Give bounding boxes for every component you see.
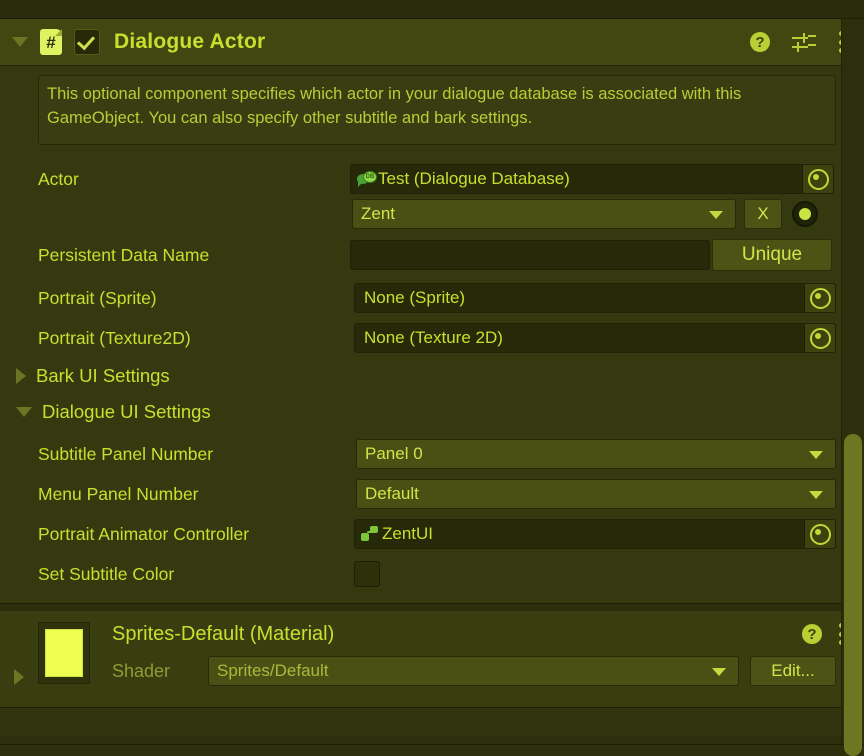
actor-row: Actor DB Test (Dialogue Database) (0, 164, 864, 194)
chevron-right-icon (14, 669, 24, 685)
chevron-down-icon (809, 451, 823, 459)
bottom-divider (0, 736, 864, 744)
left-gutter (0, 66, 16, 603)
dialogue-ui-settings-foldout[interactable]: Dialogue UI Settings (0, 401, 211, 423)
chevron-down-icon (16, 407, 32, 417)
portrait-sprite-label: Portrait (Sprite) (38, 287, 157, 308)
dialogue-actor-component-header[interactable]: # Dialogue Actor ? (0, 19, 864, 66)
menu-panel-number-label: Menu Panel Number (38, 483, 199, 504)
actor-object-picker-button[interactable] (802, 165, 833, 193)
material-panel: Sprites-Default (Material) ? Shader Spri… (0, 611, 864, 708)
actor-clear-button[interactable]: X (744, 199, 782, 229)
portrait-sprite-object-field[interactable]: None (Sprite) (354, 283, 836, 313)
vertical-scrollbar-track[interactable] (841, 19, 864, 756)
component-enabled-checkbox[interactable] (74, 29, 100, 55)
subtitle-panel-number-dropdown[interactable]: Panel 0 (356, 439, 836, 469)
shader-label: Shader (112, 661, 171, 681)
dialogue-database-icon: DB (357, 170, 377, 188)
actor-object-value: Test (Dialogue Database) (378, 169, 570, 188)
actor-label: Actor (38, 168, 79, 189)
actor-dropdown-value: Zent (361, 204, 396, 223)
preset-icon[interactable] (792, 32, 816, 52)
portrait-texture2d-label: Portrait (Texture2D) (38, 327, 191, 348)
actor-name-dropdown[interactable]: Zent (352, 199, 736, 229)
menu-panel-number-value: Default (365, 484, 419, 503)
component-title: Dialogue Actor (114, 30, 266, 53)
bark-ui-settings-label: Bark UI Settings (36, 365, 170, 386)
set-subtitle-color-label: Set Subtitle Color (38, 563, 175, 584)
chevron-right-icon (16, 368, 26, 384)
script-icon: # (40, 29, 62, 55)
component-foldout-arrow-icon[interactable] (12, 37, 28, 47)
persistent-data-name-unique-button[interactable]: Unique (712, 239, 832, 271)
actor-object-field[interactable]: DB Test (Dialogue Database) (350, 164, 834, 194)
subtitle-panel-number-value: Panel 0 (365, 444, 423, 463)
target-icon (807, 168, 829, 190)
shader-value: Sprites/Default (217, 661, 329, 680)
dialogue-actor-body: This optional component specifies which … (0, 66, 864, 603)
portrait-texture2d-object-field[interactable]: None (Texture 2D) (354, 323, 836, 353)
actor-dropdown-row: Zent X (0, 199, 864, 229)
unity-inspector-panel: # Dialogue Actor ? This optional compone… (0, 0, 864, 756)
portrait-sprite-value: None (Sprite) (364, 288, 466, 307)
material-foldout-arrow[interactable] (14, 669, 24, 685)
portrait-texture2d-row: Portrait (Texture2D) None (Texture 2D) (0, 323, 864, 353)
subtitle-panel-number-row: Subtitle Panel Number Panel 0 (0, 439, 864, 469)
material-header-icons: ? (802, 623, 844, 645)
help-box: This optional component specifies which … (38, 75, 836, 145)
persistent-data-name-label: Persistent Data Name (38, 244, 210, 265)
portrait-texture2d-value: None (Texture 2D) (364, 328, 503, 347)
portrait-animator-controller-value: ZentUI (382, 524, 434, 543)
menu-panel-number-row: Menu Panel Number Default (0, 479, 864, 509)
portrait-texture2d-picker-button[interactable] (804, 324, 835, 352)
help-icon[interactable]: ? (802, 624, 822, 644)
shader-dropdown[interactable]: Sprites/Default (208, 656, 739, 686)
menu-panel-number-dropdown[interactable]: Default (356, 479, 836, 509)
subtitle-panel-number-label: Subtitle Panel Number (38, 443, 214, 464)
vertical-scrollbar-thumb[interactable] (844, 434, 862, 756)
help-icon[interactable]: ? (750, 32, 770, 52)
portrait-animator-controller-row: Portrait Animator Controller ZentUI (0, 519, 864, 549)
portrait-animator-controller-picker-button[interactable] (804, 520, 835, 548)
portrait-sprite-row: Portrait (Sprite) None (Sprite) (0, 283, 864, 313)
persistent-data-name-input[interactable] (350, 240, 710, 270)
animator-controller-icon (361, 525, 379, 543)
chevron-down-icon (709, 211, 723, 219)
portrait-animator-controller-object-field[interactable]: ZentUI (354, 519, 836, 549)
target-icon (809, 523, 831, 545)
portrait-animator-controller-label: Portrait Animator Controller (38, 523, 250, 544)
material-preview-swatch (38, 622, 90, 684)
top-divider (0, 0, 864, 19)
target-icon (809, 327, 831, 349)
material-title: Sprites-Default (Material) (112, 623, 335, 645)
chevron-down-icon (809, 491, 823, 499)
actor-use-toggle[interactable] (792, 201, 818, 227)
shader-edit-button[interactable]: Edit... (750, 656, 836, 686)
set-subtitle-color-checkbox[interactable] (354, 561, 380, 587)
chevron-down-icon (712, 668, 726, 676)
set-subtitle-color-row: Set Subtitle Color (0, 560, 864, 588)
bark-ui-settings-foldout[interactable]: Bark UI Settings (0, 365, 170, 387)
persistent-data-name-row: Persistent Data Name Unique (0, 239, 864, 271)
dialogue-ui-settings-label: Dialogue UI Settings (42, 401, 211, 422)
portrait-sprite-picker-button[interactable] (804, 284, 835, 312)
target-icon (809, 287, 831, 309)
